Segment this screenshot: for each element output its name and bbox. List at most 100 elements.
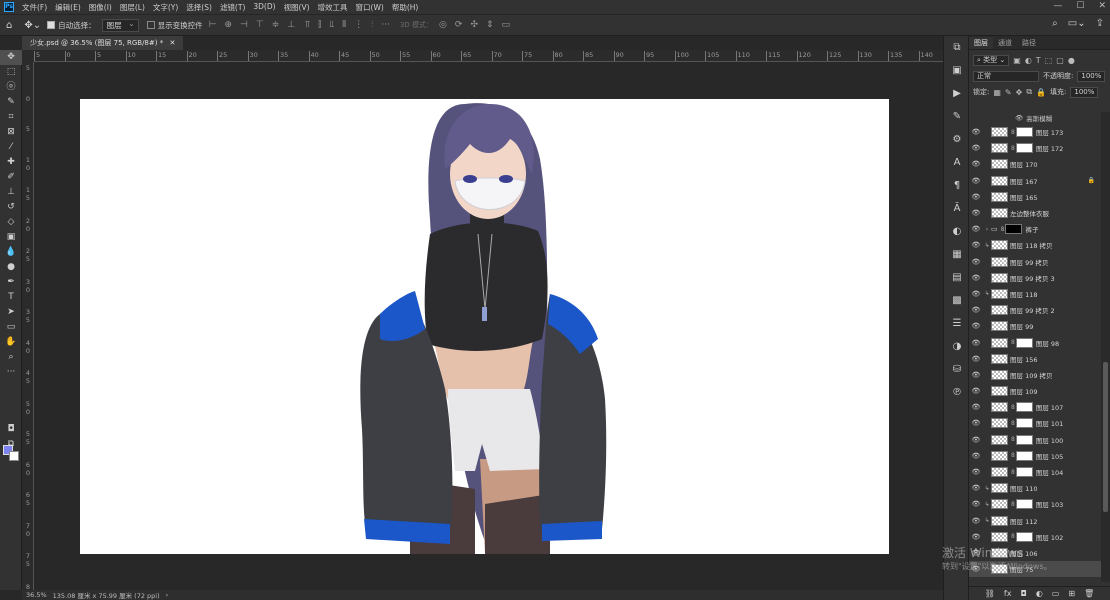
layer-row[interactable]: 👁 图层 99 拷贝 (969, 254, 1101, 270)
layer-row[interactable]: 👁 图层 170 (969, 156, 1101, 172)
layer-mask-thumbnail[interactable] (1015, 434, 1033, 445)
mask-link-icon[interactable]: 8 (1011, 452, 1015, 459)
ruler-origin[interactable] (22, 50, 34, 62)
menu-item[interactable]: 文件(F) (18, 2, 51, 13)
close-tab-icon[interactable]: ✕ (169, 39, 175, 47)
visibility-eye-icon[interactable]: 👁 (969, 419, 983, 427)
status-arrow-icon[interactable]: › (166, 591, 169, 599)
mask-link-icon[interactable]: 8 (1011, 129, 1015, 136)
layer-row[interactable]: 👁 ↳ 图层 118 (969, 286, 1101, 302)
layer-row[interactable]: 👁 左边整体衣服 (969, 205, 1101, 221)
effect-visibility-icon[interactable]: 👁 (1015, 114, 1023, 122)
home-icon[interactable]: ⌂ (6, 20, 12, 31)
layers-scrollbar-thumb[interactable] (1103, 362, 1108, 512)
background-color-swatch[interactable] (9, 451, 19, 461)
layer-mask-thumbnail[interactable] (1015, 143, 1033, 154)
filter-type-icon[interactable]: T (1036, 56, 1041, 65)
adjust-panel-icon[interactable]: ◑ (944, 335, 970, 358)
crop-tool-icon[interactable]: ⌗ (0, 110, 22, 125)
mask-link-icon[interactable]: 8 (1011, 436, 1015, 443)
filter-adjust-icon[interactable]: ◐ (1025, 56, 1032, 65)
layer-row[interactable]: 👁 图层 109 拷贝 (969, 367, 1101, 383)
workspace-icon[interactable]: ▭⌄ (1068, 18, 1086, 29)
fill-input[interactable]: 100% (1070, 86, 1099, 98)
hand-tool-icon[interactable]: ✋ (0, 335, 22, 350)
patterns-panel-icon[interactable]: ▩ (944, 289, 970, 312)
character-panel-icon[interactable]: A (944, 151, 970, 174)
minimize-icon[interactable]: — (1053, 1, 1062, 11)
path-select-tool-icon[interactable]: ➤ (0, 305, 22, 320)
history-panel-icon[interactable]: ⧉ (944, 36, 970, 59)
eraser-tool-icon[interactable]: ◇ (0, 215, 22, 230)
expand-icon[interactable]: › (983, 226, 991, 233)
align-hcenter-icon[interactable]: ⊕ (224, 20, 232, 30)
lock-transparent-icon[interactable]: ▦ (993, 88, 1001, 97)
align-left-icon[interactable]: ⊢ (209, 20, 217, 30)
layer-row[interactable]: 👁 ↳ 图层 112 (969, 513, 1101, 529)
quick-select-tool-icon[interactable]: ✎ (0, 95, 22, 110)
document-canvas[interactable] (80, 99, 889, 554)
libraries-panel-icon[interactable]: ⛁ (944, 358, 970, 381)
layer-mask-thumbnail[interactable] (1015, 337, 1033, 348)
more-options-icon[interactable]: ··· (381, 20, 390, 30)
layer-effect-item[interactable]: 👁 高斯模糊 (969, 112, 1101, 124)
distribute-top-icon[interactable]: ⫪ (305, 20, 310, 30)
mask-link-icon[interactable]: 8 (1011, 145, 1015, 152)
mask-link-icon[interactable]: 8 (1011, 420, 1015, 427)
distribute-vcenter-icon[interactable]: ⫿ (318, 20, 321, 30)
layer-row[interactable]: 👁 8 图层 105 (969, 448, 1101, 464)
vertical-ruler[interactable]: 5 0 5 1 0 1 5 2 0 2 5 3 0 3 5 4 0 4 5 5 0 5 5 6 0 6 5 7… (22, 62, 34, 590)
visibility-eye-icon[interactable]: 👁 (969, 241, 983, 249)
mask-link-icon[interactable]: 8 (1011, 533, 1015, 540)
brush-settings-icon[interactable]: ✎ (944, 105, 970, 128)
distribute-right-icon[interactable]: ⫶ (371, 20, 373, 30)
slide-3d-icon[interactable]: ⇕ (486, 20, 494, 30)
gradient-tool-icon[interactable]: ▣ (0, 230, 22, 245)
visibility-eye-icon[interactable]: 👁 (969, 339, 983, 347)
filter-toggle-icon[interactable]: ● (1068, 56, 1075, 65)
layer-mask-thumbnail[interactable] (1015, 499, 1033, 510)
visibility-eye-icon[interactable]: 👁 (969, 290, 983, 298)
mask-link-icon[interactable]: 8 (1001, 226, 1005, 233)
visibility-eye-icon[interactable]: 👁 (969, 209, 983, 217)
scale-3d-icon[interactable]: ▭ (502, 20, 511, 30)
paths-panel-icon[interactable]: ℗ (944, 381, 970, 404)
swap-colors-icon[interactable] (0, 380, 22, 410)
document-tab[interactable]: 少女.psd @ 36.5% (图层 75, RGB/8#) * ✕ (22, 36, 184, 50)
zoom-tool-icon[interactable]: ⌕ (0, 350, 22, 365)
stamp-tool-icon[interactable]: ⊥ (0, 185, 22, 200)
layer-row[interactable]: 👁 图层 109 (969, 383, 1101, 399)
filter-pixel-icon[interactable]: ▣ (1013, 56, 1021, 65)
history-brush-icon[interactable]: ↺ (0, 200, 22, 215)
adjustments-panel-icon[interactable]: ⚙ (944, 128, 970, 151)
layer-row[interactable]: 👁 图层 156 (969, 351, 1101, 367)
visibility-eye-icon[interactable]: 👁 (969, 225, 983, 233)
visibility-eye-icon[interactable]: 👁 (969, 533, 983, 541)
move-tool-icon[interactable]: ✥ (0, 50, 22, 65)
layer-row[interactable]: 👁 8 图层 102 (969, 529, 1101, 545)
layer-row[interactable]: 👁 8 图层 100 (969, 432, 1101, 448)
layer-row[interactable]: 👁 8 图层 98 (969, 334, 1101, 350)
marquee-tool-icon[interactable]: ⬚ (0, 65, 22, 80)
edit-toolbar-icon[interactable]: ··· (0, 365, 22, 380)
visibility-eye-icon[interactable]: 👁 (969, 274, 983, 282)
distribute-hcenter-icon[interactable]: ⋮ (354, 20, 363, 30)
mask-link-icon[interactable]: 8 (1011, 501, 1015, 508)
menu-item[interactable]: 滤镜(T) (216, 2, 249, 13)
menu-item[interactable]: 图层(L) (116, 2, 149, 13)
new-adjustment-icon[interactable]: ◐ (1036, 589, 1043, 598)
auto-select-checkbox[interactable] (47, 21, 56, 29)
menu-item[interactable]: 编辑(E) (51, 2, 85, 13)
auto-select-dropdown[interactable]: 图层 (101, 18, 139, 32)
gradients-panel-icon[interactable]: ▤ (944, 266, 970, 289)
visibility-eye-icon[interactable]: 👁 (969, 258, 983, 266)
layers-scrollbar[interactable] (1101, 112, 1110, 582)
search-icon[interactable]: ⌕ (1052, 18, 1058, 29)
visibility-eye-icon[interactable]: 👁 (969, 193, 983, 201)
visibility-eye-icon[interactable]: 👁 (969, 500, 983, 508)
lock-artboard-icon[interactable]: ⧉ (1026, 87, 1032, 97)
add-mask-icon[interactable]: ◘ (1020, 589, 1026, 598)
tab-channels[interactable]: 通道 (993, 37, 1017, 49)
layer-row[interactable]: 👁 图层 99 拷贝 3 (969, 270, 1101, 286)
lock-pixels-icon[interactable]: ✎ (1005, 88, 1012, 97)
